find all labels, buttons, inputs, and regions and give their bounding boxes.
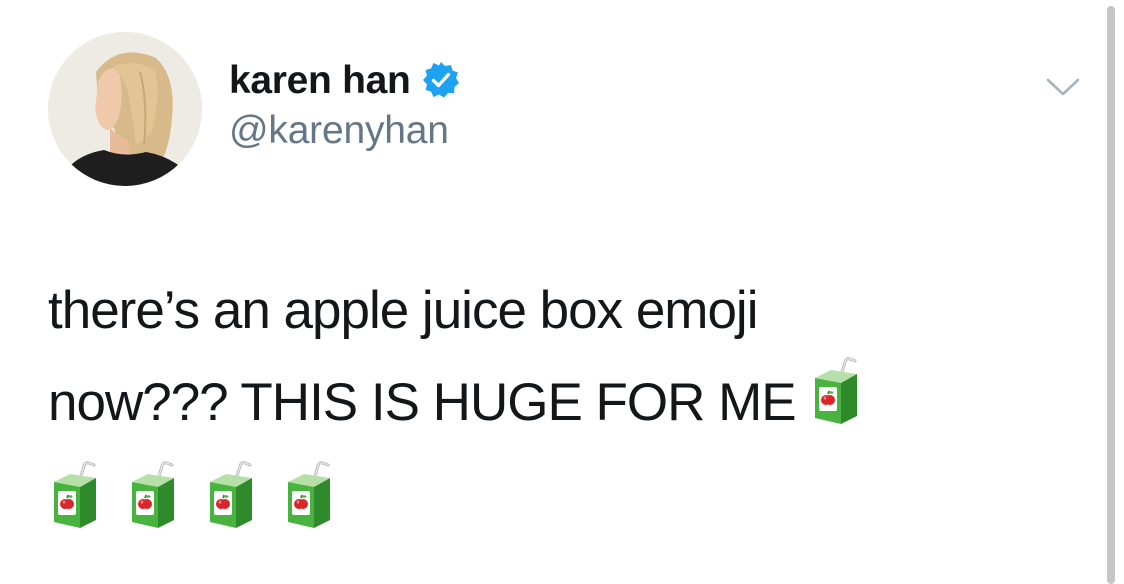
beverage-box-icon (809, 356, 861, 426)
tweet-text-line-1: there’s an apple juice box emoji (48, 281, 758, 340)
beverage-box-icon (282, 460, 334, 530)
beverage-box-icon (48, 460, 100, 530)
beverage-box-icon (126, 460, 178, 530)
emoji-row (48, 446, 1088, 536)
tweet-screenshot: karen han @karenyhan there’s an apple ju… (0, 0, 1124, 584)
verified-badge-icon (422, 62, 459, 98)
author-name-row: karen han (229, 55, 461, 105)
chevron-down-icon[interactable] (1045, 75, 1081, 99)
tweet-text-line-2: now??? THIS IS HUGE FOR ME (48, 356, 1088, 446)
scrollbar[interactable] (1107, 6, 1115, 584)
display-name[interactable]: karen han (229, 61, 411, 100)
username-handle[interactable]: @karenyhan (229, 111, 449, 150)
profile-photo (48, 32, 202, 186)
tweet-text: there’s an apple juice box emoji now??? … (48, 266, 1088, 536)
avatar[interactable] (48, 32, 202, 186)
tweet-text-line-2-text: now??? THIS IS HUGE FOR ME (48, 373, 797, 432)
beverage-box-icon (204, 460, 256, 530)
